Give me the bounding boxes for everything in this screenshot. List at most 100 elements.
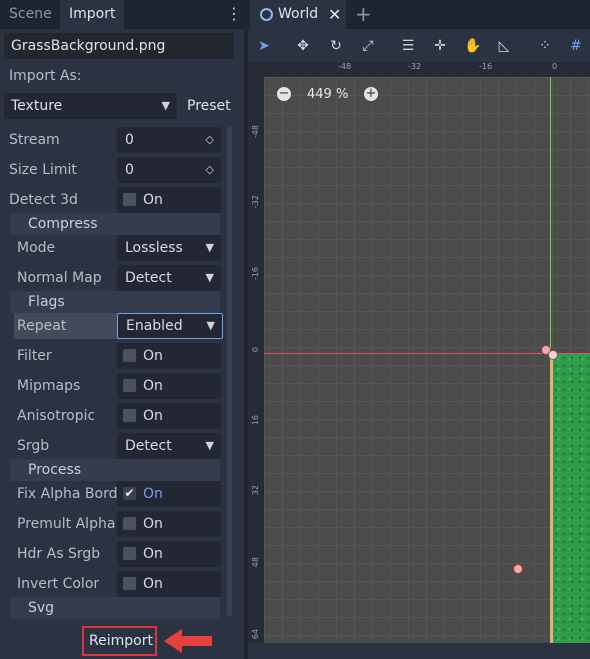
pan-tool-icon[interactable]: ✋ xyxy=(463,36,483,56)
mipmaps-checkbox[interactable]: On xyxy=(117,373,221,399)
invert-color-checkbox[interactable]: On xyxy=(117,571,221,597)
file-name-field: GrassBackground.png xyxy=(4,33,234,59)
move-tool-icon[interactable]: ✥ xyxy=(293,36,313,56)
size-limit-spinbox[interactable]: 0 ◇ xyxy=(117,157,221,183)
repeat-select[interactable]: Enabled ▼ xyxy=(117,313,223,339)
preset-button[interactable]: Preset xyxy=(187,93,231,119)
section-process[interactable]: Process xyxy=(10,459,220,481)
pointer-arrow-icon xyxy=(164,629,212,653)
zoom-level[interactable]: 449 % xyxy=(307,86,348,104)
prop-mipmaps: Mipmaps On xyxy=(4,372,222,400)
prop-repeat: Repeat Enabled ▼ xyxy=(4,312,223,340)
premult-alpha-checkbox[interactable]: On xyxy=(117,511,221,537)
spinbox-arrows-icon[interactable]: ◇ xyxy=(206,157,214,183)
select-tool-icon[interactable]: ➤ xyxy=(254,36,274,56)
checkbox-icon[interactable] xyxy=(123,379,136,392)
reimport-button[interactable]: Reimport xyxy=(82,626,157,656)
checkbox-icon[interactable] xyxy=(123,409,136,422)
mode-select[interactable]: Lossless ▼ xyxy=(117,235,221,261)
chevron-down-icon: ▼ xyxy=(206,319,215,332)
section-svg[interactable]: Svg xyxy=(10,597,220,619)
prop-label: Mode xyxy=(17,240,56,256)
x-axis-line xyxy=(264,353,590,354)
prop-detect-3d: Detect 3d On xyxy=(4,186,222,214)
scale-tool-icon[interactable]: ⤢ xyxy=(358,36,378,56)
filter-checkbox[interactable]: On xyxy=(117,343,221,369)
file-name: GrassBackground.png xyxy=(11,38,166,54)
prop-label: Filter xyxy=(17,348,52,364)
ruler-label: 0 xyxy=(552,62,558,71)
ruler-label: 64 xyxy=(251,629,260,640)
ruler-label: -16 xyxy=(251,267,260,281)
viewport-bottom-bar xyxy=(248,643,590,659)
fix-alpha-border-checkbox[interactable]: ✔ On xyxy=(117,481,221,507)
prop-label: Invert Color xyxy=(17,576,100,592)
prop-label: Srgb xyxy=(17,438,50,454)
checkbox-icon[interactable] xyxy=(123,517,136,530)
spinbox-arrows-icon[interactable]: ◇ xyxy=(206,127,214,153)
handle-point[interactable] xyxy=(513,564,523,574)
ruler-label: 0 xyxy=(251,347,260,353)
vertical-ruler: -48 -32 -16 0 16 32 48 64 xyxy=(248,77,264,643)
prop-label: Size Limit xyxy=(9,162,77,178)
ruler-tool-icon[interactable]: ◺ xyxy=(494,36,514,56)
import-as-select[interactable]: Texture ▼ xyxy=(4,93,177,119)
checkbox-icon[interactable] xyxy=(123,349,136,362)
prop-label: Repeat xyxy=(17,318,67,334)
chevron-down-icon: ▼ xyxy=(205,241,214,254)
section-flags[interactable]: Flags xyxy=(10,291,220,313)
smart-snap-icon[interactable]: ⁘ xyxy=(535,36,555,56)
origin-handle[interactable] xyxy=(548,350,558,360)
prop-size-limit: Size Limit 0 ◇ xyxy=(4,156,222,184)
checkbox-icon[interactable] xyxy=(123,547,136,560)
grid-snap-icon[interactable]: # xyxy=(566,36,586,56)
ruler-label: -16 xyxy=(479,62,493,71)
dock-scrollbar[interactable] xyxy=(227,126,232,616)
tab-import[interactable]: Import xyxy=(60,0,125,29)
editor-canvas[interactable] xyxy=(264,77,590,643)
detect-3d-checkbox[interactable]: On xyxy=(117,187,221,213)
import-as-label: Import As: xyxy=(9,68,82,84)
prop-invert-color: Invert Color On xyxy=(4,570,222,598)
tab-world[interactable]: World ✕ xyxy=(250,0,346,29)
tab-title: World xyxy=(278,6,319,22)
checkbox-label: On xyxy=(143,348,163,364)
prop-label: Hdr As Srgb xyxy=(17,546,101,562)
rotate-tool-icon[interactable]: ↻ xyxy=(326,36,346,56)
hdr-as-srgb-checkbox[interactable]: On xyxy=(117,541,221,567)
checkmark-icon[interactable]: ✔ xyxy=(123,487,136,500)
prop-normal-map: Normal Map Detect ▼ xyxy=(4,264,222,292)
checkbox-label: On xyxy=(143,408,163,424)
list-select-icon[interactable]: ☰ xyxy=(398,36,418,56)
more-options-icon[interactable]: ⋮ xyxy=(226,4,242,24)
y-axis-line xyxy=(550,77,551,353)
ruler-label: -48 xyxy=(251,125,260,139)
zoom-out-icon[interactable]: − xyxy=(277,87,291,101)
grass-sprite[interactable] xyxy=(552,354,590,643)
checkbox-label: On xyxy=(143,378,163,394)
ruler-label: -32 xyxy=(408,62,422,71)
tab-scene[interactable]: Scene xyxy=(0,0,61,29)
select-value: Detect xyxy=(125,270,172,286)
section-compress[interactable]: Compress xyxy=(10,213,220,235)
stream-spinbox[interactable]: 0 ◇ xyxy=(117,127,221,153)
close-icon[interactable]: ✕ xyxy=(328,0,341,29)
prop-label: Stream xyxy=(9,132,60,148)
checkbox-icon[interactable] xyxy=(123,193,136,206)
import-dock: Scene Import ⋮ GrassBackground.png Impor… xyxy=(0,0,244,659)
anisotropic-checkbox[interactable]: On xyxy=(117,403,221,429)
zoom-in-icon[interactable]: + xyxy=(364,87,378,101)
prop-label: Premult Alpha xyxy=(17,516,116,532)
prop-srgb: Srgb Detect ▼ xyxy=(4,432,222,460)
select-value: Detect xyxy=(125,438,172,454)
checkbox-label: On xyxy=(143,576,163,592)
checkbox-icon[interactable] xyxy=(123,577,136,590)
prop-label: Anisotropic xyxy=(17,408,96,424)
pivot-tool-icon[interactable]: ✛ xyxy=(430,36,450,56)
checkbox-label: On xyxy=(143,546,163,562)
normal-map-select[interactable]: Detect ▼ xyxy=(117,265,221,291)
add-tab-icon[interactable]: + xyxy=(355,2,372,26)
srgb-select[interactable]: Detect ▼ xyxy=(117,433,221,459)
import-as-value: Texture xyxy=(11,98,63,114)
select-value: Enabled xyxy=(126,318,183,334)
